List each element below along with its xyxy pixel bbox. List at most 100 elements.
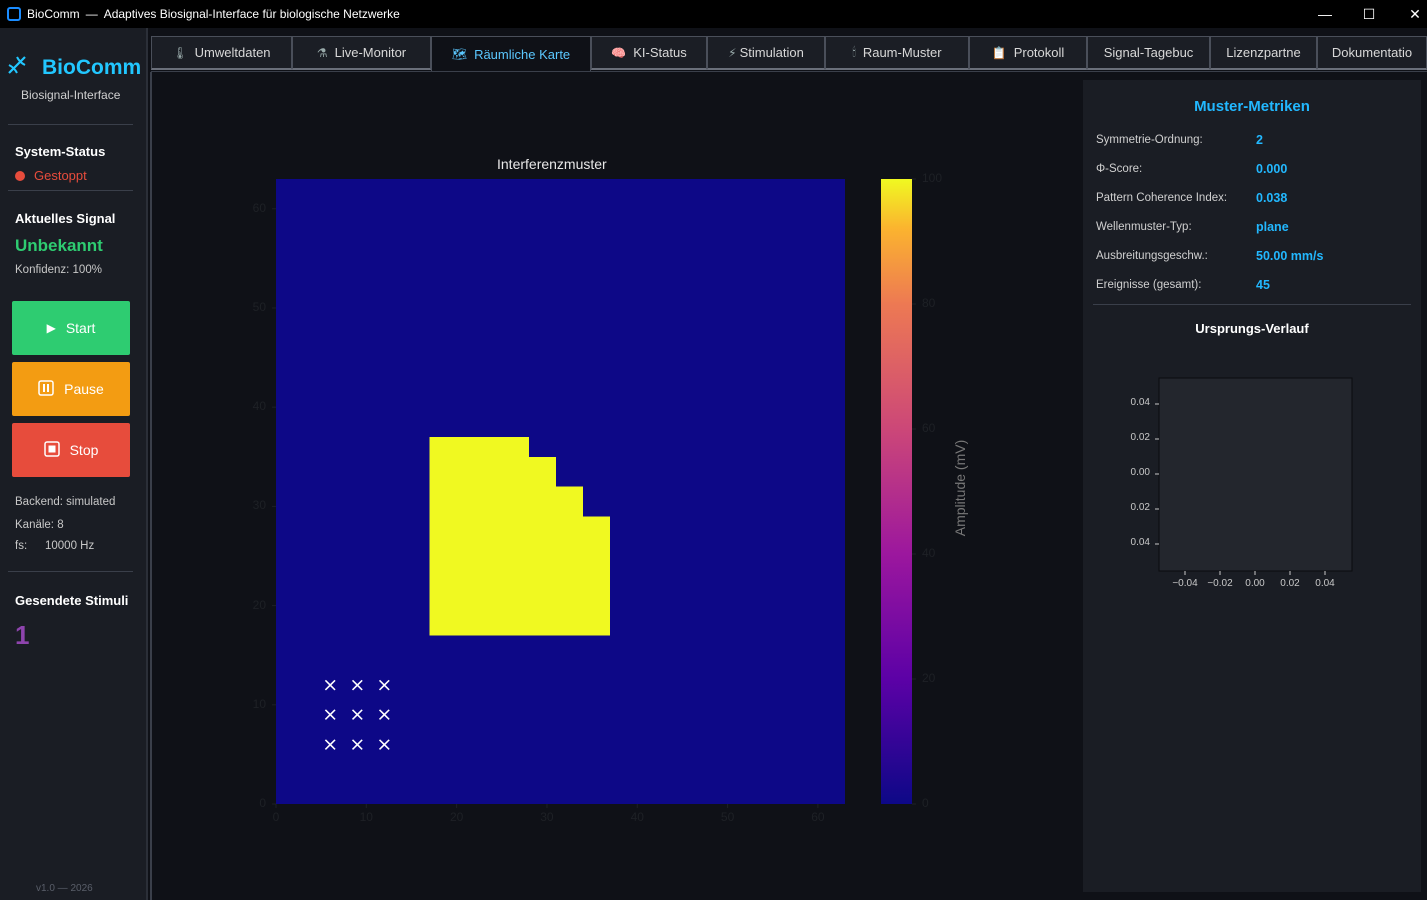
- status-indicator: Gestoppt: [15, 168, 87, 183]
- tab-lizenzpartner[interactable]: Lizenzpartne: [1210, 36, 1317, 70]
- heatmap-title: Interferenzmuster: [497, 156, 607, 172]
- metric-value: 2: [1256, 133, 1263, 147]
- electrode-marker: ×: [376, 704, 392, 726]
- colorbar-tick-label: 20: [922, 671, 936, 685]
- origin-y-tick-label: 0.00: [1130, 467, 1150, 478]
- origin-x-tick-label: 0.04: [1315, 578, 1335, 589]
- electrode-marker: ×: [349, 674, 365, 696]
- window-app-name: BioComm: [27, 7, 80, 21]
- y-tick-label: 10: [252, 696, 266, 711]
- flask-icon: ⚗: [316, 45, 328, 60]
- heatmap-high-cell: [429, 516, 611, 636]
- metric-value: plane: [1256, 220, 1289, 234]
- play-icon: ▶: [46, 321, 56, 335]
- logo-text: BioComm: [42, 56, 142, 79]
- sidebar: BioComm Biosignal-Interface System-Statu…: [0, 28, 148, 900]
- map-icon: 🗺: [451, 47, 468, 61]
- electrode-marker: ×: [322, 733, 338, 755]
- metric-value: 45: [1256, 278, 1270, 292]
- stop-button[interactable]: Stop: [12, 423, 130, 477]
- metric-label: Pattern Coherence Index:: [1096, 192, 1228, 204]
- content-left-border: [150, 72, 152, 900]
- maximize-button[interactable]: ☐: [1346, 0, 1392, 28]
- backend-info: Backend: simulated: [15, 496, 116, 508]
- tab-stimulation[interactable]: ⚡ Stimulation: [707, 36, 825, 70]
- metrics-title: Muster-Metriken: [1194, 98, 1310, 115]
- x-tick-label: 10: [359, 810, 373, 824]
- x-tick-label: 50: [720, 810, 735, 824]
- electrode-marker: ×: [349, 733, 365, 755]
- tab-ki-status[interactable]: 🧠 KI-Status: [591, 36, 707, 70]
- electrode-marker: ×: [349, 704, 365, 726]
- metric-value: 0.038: [1256, 191, 1288, 205]
- dna-icon: [6, 54, 32, 82]
- colorbar-tick-label: 80: [922, 296, 936, 310]
- window-title: Adaptives Biosignal-Interface für biolog…: [103, 7, 400, 21]
- metric-value: 0.000: [1256, 162, 1288, 176]
- status-text: Gestoppt: [34, 168, 87, 183]
- electrode-marker: ×: [376, 674, 392, 696]
- fs-label: fs:: [15, 540, 28, 552]
- tab-protokoll[interactable]: 📋 Protokoll: [969, 36, 1087, 70]
- signal-value: Unbekannt: [15, 236, 103, 255]
- app-icon: [7, 7, 21, 21]
- stop-label: Stop: [69, 442, 99, 458]
- brain-icon: 🧠: [611, 45, 627, 60]
- window-title-separator: —: [85, 7, 98, 21]
- current-signal-title: Aktuelles Signal: [15, 211, 116, 226]
- colorbar-tick-label: 0: [922, 796, 929, 810]
- heatmap-high-cell: [429, 436, 529, 457]
- channels-info: Kanäle: 8: [15, 519, 64, 531]
- clipboard-icon: 📋: [991, 45, 1007, 60]
- divider: [8, 571, 133, 572]
- version-text: v1.0 — 2026: [36, 883, 93, 894]
- divider: [8, 190, 133, 191]
- thermometer-icon: 🌡: [172, 45, 188, 60]
- electrode-marker: ×: [322, 704, 338, 726]
- start-button[interactable]: ▶ Start: [12, 301, 130, 355]
- colorbar-tick-label: 100: [922, 171, 943, 185]
- colorbar-tick-label: 60: [922, 421, 936, 435]
- system-status-title: System-Status: [15, 144, 106, 159]
- x-tick-label: 20: [449, 810, 464, 824]
- origin-y-tick-label: 0.04: [1130, 537, 1150, 548]
- stimuli-count: 1: [15, 620, 30, 650]
- origin-y-tick-label: 0.04: [1130, 397, 1150, 408]
- tab-signal-tagebuch[interactable]: Signal-Tagebuc: [1087, 36, 1210, 70]
- tab-label: Räumliche Karte: [474, 46, 571, 62]
- tab-label: Dokumentatio: [1331, 45, 1413, 60]
- tab-live-monitor[interactable]: ⚗ Live-Monitor: [292, 36, 431, 70]
- tab-raeumliche-karte[interactable]: 🗺 Räumliche Karte: [431, 36, 591, 72]
- origin-x-tick-label: 0.02: [1280, 578, 1300, 589]
- y-tick-label: 40: [252, 399, 266, 414]
- tab-bar: 🌡 Umweltdaten ⚗ Live-Monitor 🗺 Räumliche…: [151, 36, 1427, 72]
- status-dot-icon: [15, 170, 25, 181]
- metric-label: Wellenmuster-Typ:: [1096, 221, 1192, 233]
- tab-content-border: [151, 71, 1427, 72]
- origin-chart-title: Ursprungs-Verlauf: [1195, 321, 1309, 336]
- y-tick-label: 20: [252, 597, 266, 612]
- close-button[interactable]: ✕: [1392, 0, 1427, 28]
- candle-icon: 🕯: [852, 45, 856, 59]
- tab-label: Raum-Muster: [862, 45, 942, 60]
- metrics-panel: Muster-Metriken Symmetrie-Ordnung: 2 Φ-S…: [1083, 80, 1421, 892]
- tab-label: Signal-Tagebuc: [1103, 45, 1194, 60]
- divider: [8, 124, 133, 125]
- x-tick-label: 60: [811, 810, 825, 824]
- fs-value: 10000 Hz: [45, 540, 95, 552]
- tab-label: Live-Monitor: [334, 45, 407, 60]
- tab-dokumentation[interactable]: Dokumentatio: [1317, 36, 1427, 70]
- tab-raum-muster[interactable]: 🕯 Raum-Muster: [825, 36, 969, 70]
- tab-label: Lizenzpartne: [1226, 45, 1301, 60]
- metric-label: Symmetrie-Ordnung:: [1096, 134, 1203, 146]
- minimize-button[interactable]: —: [1302, 0, 1348, 28]
- x-tick-label: 30: [540, 810, 554, 824]
- heatmap-high-cell: [429, 456, 556, 487]
- stimuli-title: Gesendete Stimuli: [15, 593, 129, 608]
- lightning-icon: ⚡: [728, 45, 737, 60]
- tab-umweltdaten[interactable]: 🌡 Umweltdaten: [151, 36, 292, 70]
- tab-label: KI-Status: [633, 45, 687, 60]
- y-tick-label: 60: [252, 200, 266, 215]
- pause-button[interactable]: Pause: [12, 362, 130, 416]
- colorbar-label: Amplitude (mV): [952, 439, 968, 537]
